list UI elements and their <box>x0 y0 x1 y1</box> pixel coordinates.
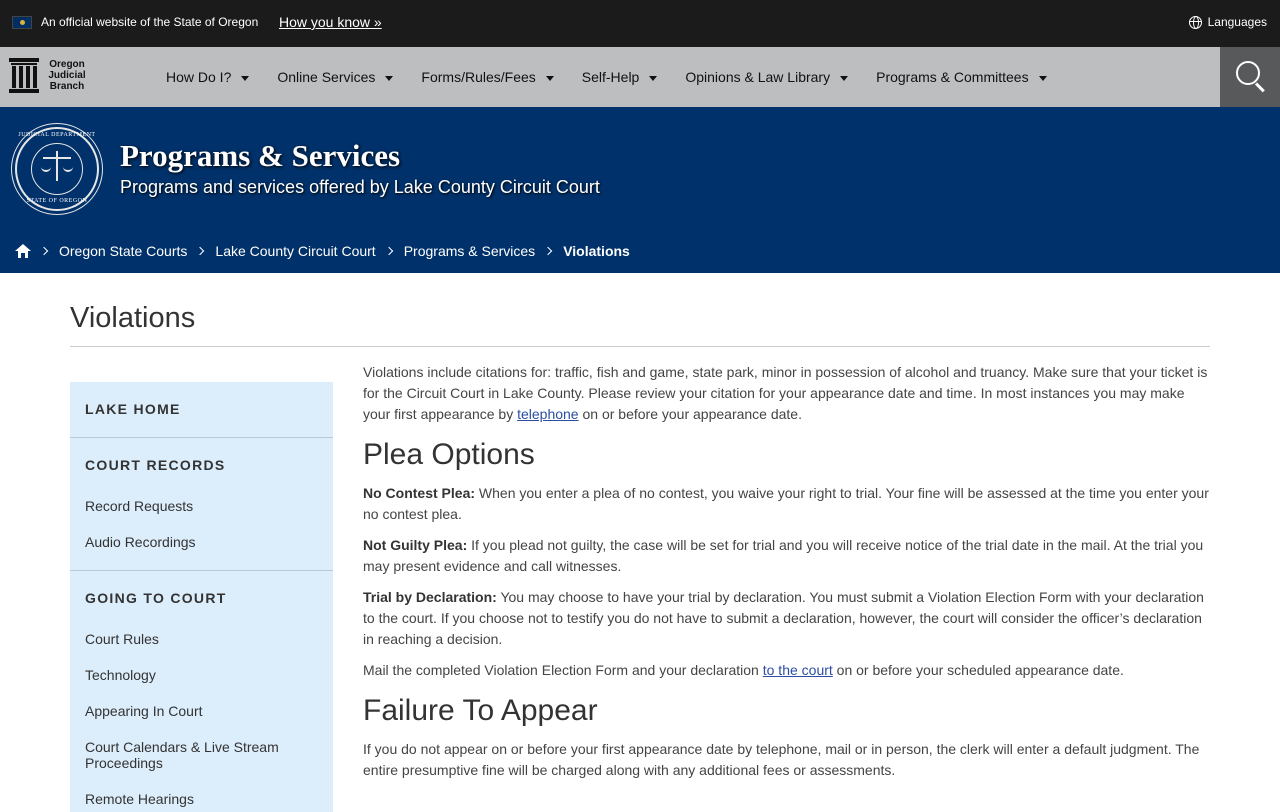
nav-online-services[interactable]: Online Services <box>277 69 394 85</box>
breadcrumb-lake-county-circuit-court[interactable]: Lake County Circuit Court <box>215 243 375 259</box>
caret-down-icon <box>840 75 849 81</box>
globe-icon <box>1188 15 1202 29</box>
courthouse-pillars-icon <box>9 58 39 93</box>
nav-programs-committees[interactable]: Programs & Committees <box>876 69 1047 85</box>
telephone-link[interactable]: telephone <box>517 406 579 422</box>
caret-down-icon <box>649 75 658 81</box>
sidebar-divider <box>70 570 333 571</box>
how-you-know-link[interactable]: How you know » <box>279 14 382 30</box>
page-title: Violations <box>70 302 196 334</box>
breadcrumb: Oregon State Courts Lake County Circuit … <box>15 243 630 259</box>
chevron-right-icon <box>196 246 205 256</box>
nav-self-help[interactable]: Self-Help <box>582 69 658 85</box>
sidebar-lake-home[interactable]: LAKE HOME <box>85 401 181 417</box>
trial-by-declaration-paragraph: Trial by Declaration: You may choose to … <box>363 589 1204 647</box>
caret-down-icon <box>1038 75 1047 81</box>
chevron-right-icon <box>384 246 393 256</box>
to-the-court-link[interactable]: to the court <box>763 662 833 678</box>
hero-subtitle: Programs and services offered by Lake Co… <box>120 177 600 197</box>
sidebar-court-records[interactable]: COURT RECORDS <box>85 457 226 473</box>
official-site-text: An official website of the State of Oreg… <box>41 15 259 29</box>
main-navigation: Oregon Judicial Branch How Do I? Online … <box>0 47 1280 107</box>
nav-opinions-law-library[interactable]: Opinions & Law Library <box>685 69 849 85</box>
plea-options-heading: Plea Options <box>363 438 535 471</box>
ojb-logo[interactable]: Oregon Judicial Branch <box>9 58 89 93</box>
breadcrumb-oregon-state-courts[interactable]: Oregon State Courts <box>59 243 187 259</box>
sidebar: LAKE HOME COURT RECORDS Record Requests … <box>70 382 333 812</box>
nav-forms-rules-fees[interactable]: Forms/Rules/Fees <box>421 69 554 85</box>
failure-to-appear-heading: Failure To Appear <box>363 694 598 727</box>
page-hero: JUDICIAL DEPARTMENT STATE OF OREGON Prog… <box>0 107 1280 273</box>
intro-paragraph: Violations include citations for: traffi… <box>363 364 1208 422</box>
nav-menu: How Do I? Online Services Forms/Rules/Fe… <box>166 47 1075 107</box>
sidebar-going-to-court[interactable]: GOING TO COURT <box>85 590 227 606</box>
failure-to-appear-paragraph: If you do not appear on or before your f… <box>363 741 1200 778</box>
no-contest-paragraph: No Contest Plea: When you enter a plea o… <box>363 485 1209 522</box>
not-guilty-paragraph: Not Guilty Plea: If you plead not guilty… <box>363 537 1204 574</box>
caret-down-icon <box>545 75 554 81</box>
caret-down-icon <box>241 75 250 81</box>
search-button[interactable] <box>1220 47 1280 107</box>
hero-title: Programs & Services <box>120 138 401 173</box>
chevron-right-icon <box>543 246 553 256</box>
sidebar-audio-recordings[interactable]: Audio Recordings <box>85 534 315 550</box>
languages-label: Languages <box>1207 15 1267 29</box>
breadcrumb-programs-services[interactable]: Programs & Services <box>404 243 535 259</box>
nav-how-do-i[interactable]: How Do I? <box>166 69 250 85</box>
oregon-flag-icon <box>12 16 32 29</box>
sidebar-remote-hearings[interactable]: Remote Hearings <box>85 791 315 807</box>
sidebar-court-calendars[interactable]: Court Calendars & Live Stream Proceeding… <box>85 739 315 771</box>
official-site-banner: An official website of the State of Oreg… <box>0 0 1280 47</box>
mail-paragraph: Mail the completed Violation Election Fo… <box>363 662 1124 678</box>
judicial-department-seal: JUDICIAL DEPARTMENT STATE OF OREGON <box>15 127 99 211</box>
home-icon[interactable] <box>15 244 31 258</box>
languages-button[interactable]: Languages <box>1188 15 1267 29</box>
logo-text: Oregon Judicial Branch <box>48 59 86 92</box>
sidebar-court-rules[interactable]: Court Rules <box>85 631 315 647</box>
title-divider <box>70 346 1210 347</box>
sidebar-divider <box>70 437 333 438</box>
sidebar-technology[interactable]: Technology <box>85 667 315 683</box>
sidebar-record-requests[interactable]: Record Requests <box>85 498 315 514</box>
chevron-right-icon <box>39 246 49 256</box>
main-content: Violations include citations for: traffi… <box>363 362 1213 791</box>
caret-down-icon <box>385 75 394 81</box>
sidebar-appearing-in-court[interactable]: Appearing In Court <box>85 703 315 719</box>
breadcrumb-current: Violations <box>563 243 630 259</box>
